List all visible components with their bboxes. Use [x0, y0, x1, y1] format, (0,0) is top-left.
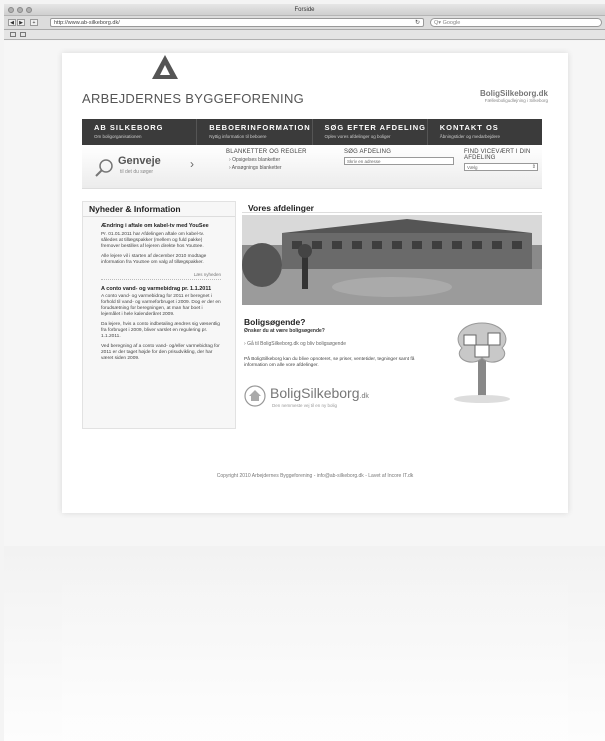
link-opsigelses-blanketter[interactable]: › Opsigelses blanketter — [226, 157, 307, 163]
close-window-button[interactable] — [8, 7, 14, 13]
department-select[interactable]: Vælg ⇕ — [464, 163, 538, 171]
partner-logo[interactable]: BoligSilkeborg.dk Fællesboligudlejning i… — [480, 89, 548, 103]
url-text: http://www.ab-silkeborg.dk/ — [54, 20, 120, 26]
magnifier-icon — [95, 159, 113, 177]
nav-soeg-afdeling[interactable]: SØG EFTER AFDELING Oplev vores afdelinge… — [313, 119, 428, 145]
dropdown-arrow-icon: ⇕ — [531, 164, 536, 170]
news-heading: Nyheder & Information — [83, 202, 235, 217]
reload-icon[interactable]: ↻ — [415, 19, 420, 27]
soeg-title: SØG AFDELING — [344, 149, 392, 155]
news-body: Da lejere, hvis a conto indbetaling ændr… — [101, 322, 220, 339]
genveje-subtitle: til det du søger — [120, 169, 154, 175]
news-sidebar: Nyheder & Information Ændring i aftale o… — [82, 201, 236, 429]
main-content: Vores afdelinger Boligsøgende? Ønsker du… — [242, 201, 542, 429]
partner-logo-tag: Fællesboligudlejning i Silkeborg — [484, 98, 548, 103]
bookmarks-book-icon[interactable] — [10, 32, 16, 37]
nav-ab-silkeborg[interactable]: AB SILKEBORG Om boligorganisationen — [82, 119, 198, 145]
reflection-shape — [62, 546, 568, 741]
site-brand[interactable]: ARBEJDERNES BYGGEFORENING — [82, 91, 304, 106]
boligsilkeborg-name: BoligSilkeborg.dk — [270, 385, 369, 401]
departments-photo[interactable] — [242, 215, 542, 305]
boligsilkeborg-tag: Den nemmeste vej til en ny bolig — [272, 403, 338, 408]
window-controls — [8, 7, 32, 13]
site-footer: Copyright 2010 Arbejdernes Byggeforening… — [216, 473, 414, 479]
forward-arrow-icon[interactable]: ▶ — [17, 19, 25, 26]
search-placeholder: Google — [442, 20, 461, 26]
news-item: A conto vand- og varmebidrag pr. 1.1.201… — [83, 280, 235, 363]
nav-title: KONTAKT OS — [439, 123, 499, 132]
nav-beboerinformation[interactable]: BEBOERINFORMATION Nyttig information til… — [197, 119, 313, 145]
triangle-logo-icon[interactable] — [150, 53, 180, 81]
search-icon: Q▾ — [434, 20, 443, 26]
housing-photo-image — [242, 215, 542, 305]
partner-logo-name: BoligSilkeborg.dk — [479, 89, 548, 98]
soeg-column: SØG AFDELING Skriv en adresse — [344, 149, 454, 165]
back-arrow-icon[interactable]: ◀ — [8, 19, 16, 26]
genveje-button[interactable]: Genveje til det du søger › — [94, 153, 210, 179]
read-more-link[interactable]: Læs nyheden — [101, 272, 221, 277]
nav-subtitle: Oplev vores afdelinger og boliger — [324, 134, 391, 139]
shortcut-bar: Genveje til det du søger › BLANKETTER OG… — [82, 145, 542, 189]
news-title[interactable]: A conto vand- og varmebidrag pr. 1.1.201… — [101, 286, 221, 293]
blanketter-column: BLANKETTER OG REGLER › Opsigelses blanke… — [226, 149, 307, 171]
address-search-input[interactable]: Skriv en adresse — [344, 157, 454, 165]
news-body: A conto vand- og varmebidrag for 2011 er… — [101, 294, 221, 317]
genveje-title: Genveje — [118, 155, 161, 167]
minimize-window-button[interactable] — [17, 7, 23, 13]
boligsoegende-text: På BoligSilkeborg kan du blive opnoteret… — [244, 357, 415, 368]
departments-heading: Vores afdelinger — [242, 201, 542, 213]
bookmarks-bar — [4, 30, 605, 40]
nav-kontakt-os[interactable]: KONTAKT OS Åbningstider og medarbejdere — [428, 119, 542, 145]
nav-title: AB SILKEBORG — [94, 123, 164, 132]
page-reflection — [4, 546, 605, 741]
nav-subtitle: Om boligorganisationen — [94, 134, 142, 139]
boligsilkeborg-logo[interactable]: BoligSilkeborg.dk Den nemmeste vej til e… — [244, 383, 374, 413]
house-icon — [244, 385, 266, 407]
nav-title: BEBOERINFORMATION — [209, 123, 311, 132]
boligsilkeborg-link[interactable]: › Gå til BoligSilkeborg.dk og bliv bolig… — [244, 341, 346, 347]
top-sites-grid-icon[interactable] — [20, 32, 26, 37]
find-title: FIND VICEVÆRT I DIN AFDELING — [464, 149, 531, 161]
window-title: Forside — [294, 7, 315, 13]
boligsoegende-heading: Boligsøgende? — [244, 317, 306, 327]
main-navigation: AB SILKEBORG Om boligorganisationen BEBO… — [82, 119, 542, 145]
find-column: FIND VICEVÆRT I DIN AFDELING Vælg ⇕ — [464, 149, 542, 171]
chevron-right-icon: › — [190, 157, 194, 171]
website-container: ARBEJDERNES BYGGEFORENING BoligSilkeborg… — [62, 53, 568, 513]
browser-toolbar: ◀ ▶ + http://www.ab-silkeborg.dk/ ↻ Q▾ G… — [4, 16, 605, 30]
boligsoegende-subheading: Ønsker du at være boligsøgende? — [244, 328, 325, 334]
house-tree-illustration-icon — [454, 322, 510, 403]
news-title[interactable]: Ændring i aftale om kabel-tv med YouSee — [101, 223, 221, 230]
window-titlebar: Forside — [4, 4, 605, 16]
plus-icon[interactable]: + — [30, 19, 38, 26]
news-body: Alle lejere vil i starten af december 20… — [101, 253, 207, 265]
address-bar[interactable]: http://www.ab-silkeborg.dk/ ↻ — [50, 18, 424, 27]
news-body: Pr. 01.01.2011 har Afdelingen aftale om … — [101, 231, 205, 249]
page-viewport: ARBEJDERNES BYGGEFORENING BoligSilkeborg… — [4, 41, 605, 546]
news-item: Ændring i aftale om kabel-tv med YouSee … — [83, 217, 235, 280]
nav-title: SØG EFTER AFDELING — [324, 123, 426, 132]
news-body: Ved beregning af a conto vand- og/eller … — [101, 344, 220, 361]
search-field[interactable]: Q▾ Google — [430, 18, 602, 27]
nav-subtitle: Nyttig information til beboere — [209, 134, 267, 139]
zoom-window-button[interactable] — [26, 7, 32, 13]
blanketter-title: BLANKETTER OG REGLER — [226, 149, 307, 155]
nav-subtitle: Åbningstider og medarbejdere — [439, 134, 501, 139]
link-ansoegnings-blanketter[interactable]: › Ansøgnings blanketter — [226, 165, 307, 171]
